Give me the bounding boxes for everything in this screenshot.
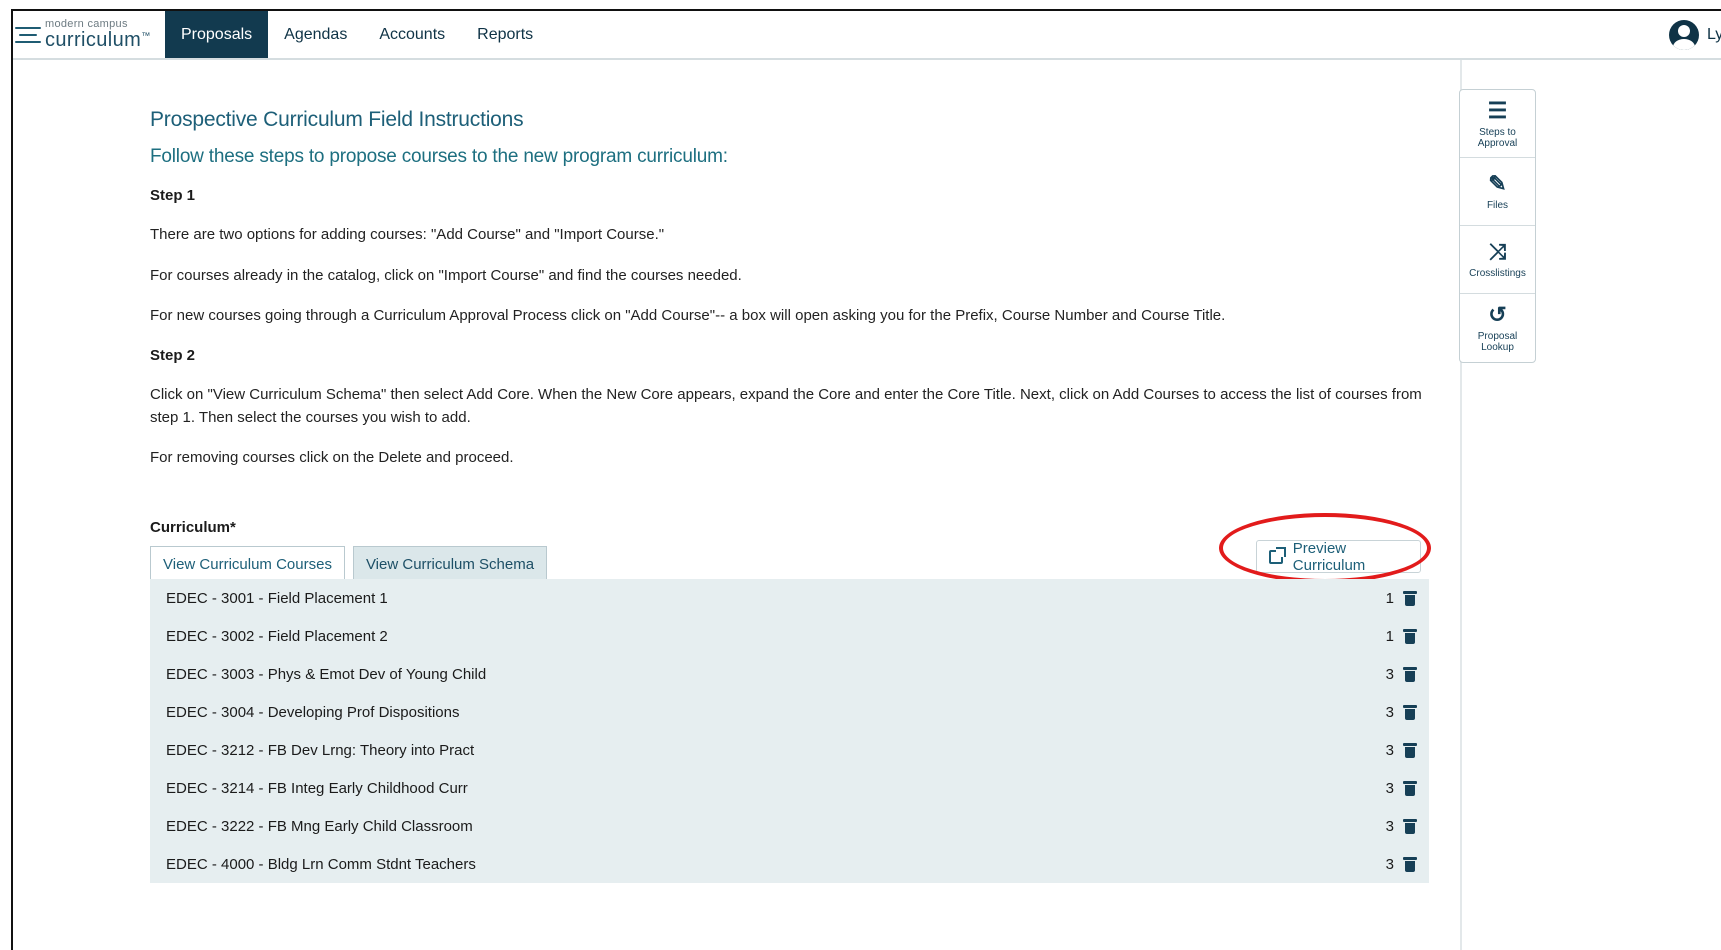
side-panel: ☰ Steps to Approval ✎ Files ⤨ Crosslisti… [1459, 89, 1536, 363]
side-item-label: Steps to Approval [1477, 126, 1518, 149]
trash-icon[interactable] [1403, 856, 1417, 872]
step1-paragraph-2: For courses already in the catalog, clic… [150, 267, 742, 284]
step1-paragraph-3: For new courses going through a Curricul… [150, 307, 1226, 324]
preview-curriculum-label: Preview Curriculum [1292, 539, 1366, 574]
app-logo[interactable]: modern campus curriculum™ [13, 11, 165, 58]
trash-icon[interactable] [1403, 818, 1417, 834]
preview-curriculum-button[interactable]: Preview Curriculum [1256, 539, 1421, 574]
trash-icon[interactable] [1403, 590, 1417, 606]
logo-mark-icon [15, 24, 41, 46]
app-window: modern campus curriculum™ Proposals Agen… [11, 9, 1721, 950]
instructions-subtitle: Follow these steps to propose courses to… [150, 146, 728, 167]
course-credits: 3 [1385, 817, 1394, 835]
course-name: EDEC - 3003 - Phys & Emot Dev of Young C… [166, 665, 487, 683]
course-name: EDEC - 4000 - Bldg Lrn Comm Stdnt Teache… [166, 855, 476, 873]
list-item: EDEC - 3222 - FB Mng Early Child Classro… [150, 807, 1429, 845]
list-item: EDEC - 3004 - Developing Prof Dispositio… [150, 693, 1429, 731]
tab-view-curriculum-schema[interactable]: View Curriculum Schema [352, 546, 548, 582]
list-item: EDEC - 3212 - FB Dev Lrng: Theory into P… [150, 731, 1429, 769]
course-list: EDEC - 3001 - Field Placement 1 1 EDEC -… [150, 579, 1429, 883]
side-item-label: Crosslistings [1469, 268, 1526, 279]
course-name: EDEC - 3002 - Field Placement 2 [166, 627, 388, 645]
course-credits: 3 [1385, 779, 1394, 797]
curriculum-label: Curriculum* [150, 519, 236, 536]
user-avatar-icon [1669, 19, 1699, 50]
curriculum-tabs: View Curriculum Courses View Curriculum … [150, 546, 548, 582]
course-credits: 3 [1385, 741, 1394, 759]
course-credits: 1 [1385, 627, 1394, 645]
user-menu[interactable]: Ly [1669, 11, 1721, 58]
step1-paragraph-1: There are two options for adding courses… [150, 226, 665, 243]
side-item-steps-to-approval[interactable]: ☰ Steps to Approval [1460, 90, 1535, 158]
step1-heading: Step 1 [150, 187, 196, 204]
nav-accounts[interactable]: Accounts [363, 11, 461, 58]
course-name: EDEC - 3212 - FB Dev Lrng: Theory into P… [166, 741, 475, 759]
trash-icon[interactable] [1403, 704, 1417, 720]
step2-paragraph-2: For removing courses click on the Delete… [150, 449, 514, 466]
trash-icon[interactable] [1403, 742, 1417, 758]
nav-reports[interactable]: Reports [461, 11, 549, 58]
list-item: EDEC - 3001 - Field Placement 1 1 [150, 579, 1429, 617]
course-credits: 3 [1385, 855, 1394, 873]
tab-view-curriculum-courses[interactable]: View Curriculum Courses [150, 546, 345, 582]
course-name: EDEC - 3004 - Developing Prof Dispositio… [166, 703, 460, 721]
side-item-label: Files [1486, 200, 1509, 211]
side-item-label: Proposal Lookup [1477, 331, 1518, 353]
course-credits: 1 [1385, 589, 1394, 607]
step2-paragraph-1: Click on "View Curriculum Schema" then s… [150, 386, 1422, 426]
trash-icon[interactable] [1403, 666, 1417, 682]
external-link-icon [1269, 546, 1286, 564]
course-name: EDEC - 3001 - Field Placement 1 [166, 589, 388, 607]
list-item: EDEC - 4000 - Bldg Lrn Comm Stdnt Teache… [150, 845, 1429, 883]
course-credits: 3 [1385, 665, 1394, 683]
nav-agendas[interactable]: Agendas [268, 11, 363, 58]
course-name: EDEC - 3222 - FB Mng Early Child Classro… [166, 817, 473, 835]
page-title: Prospective Curriculum Field Instruction… [150, 108, 524, 131]
top-navigation: modern campus curriculum™ Proposals Agen… [13, 11, 1721, 60]
list-item: EDEC - 3002 - Field Placement 2 1 [150, 617, 1429, 655]
trash-icon[interactable] [1403, 628, 1417, 644]
logo-big-text: curriculum™ [45, 29, 151, 51]
history-icon: ↺ [1488, 302, 1507, 327]
step2-heading: Step 2 [150, 347, 196, 364]
side-item-proposal-lookup[interactable]: ↺ Proposal Lookup [1460, 294, 1535, 362]
list-icon: ☰ [1487, 97, 1508, 123]
course-credits: 3 [1385, 703, 1394, 721]
user-name: Ly [1707, 25, 1721, 43]
nav-proposals[interactable]: Proposals [165, 11, 269, 58]
trash-icon[interactable] [1403, 780, 1417, 796]
shuffle-icon: ⤨ [1488, 239, 1507, 264]
paperclip-icon: ✎ [1488, 171, 1507, 196]
list-item: EDEC - 3214 - FB Integ Early Childhood C… [150, 769, 1429, 807]
side-item-crosslistings[interactable]: ⤨ Crosslistings [1460, 226, 1535, 294]
course-name: EDEC - 3214 - FB Integ Early Childhood C… [166, 779, 468, 797]
list-item: EDEC - 3003 - Phys & Emot Dev of Young C… [150, 655, 1429, 693]
side-item-files[interactable]: ✎ Files [1460, 158, 1535, 226]
